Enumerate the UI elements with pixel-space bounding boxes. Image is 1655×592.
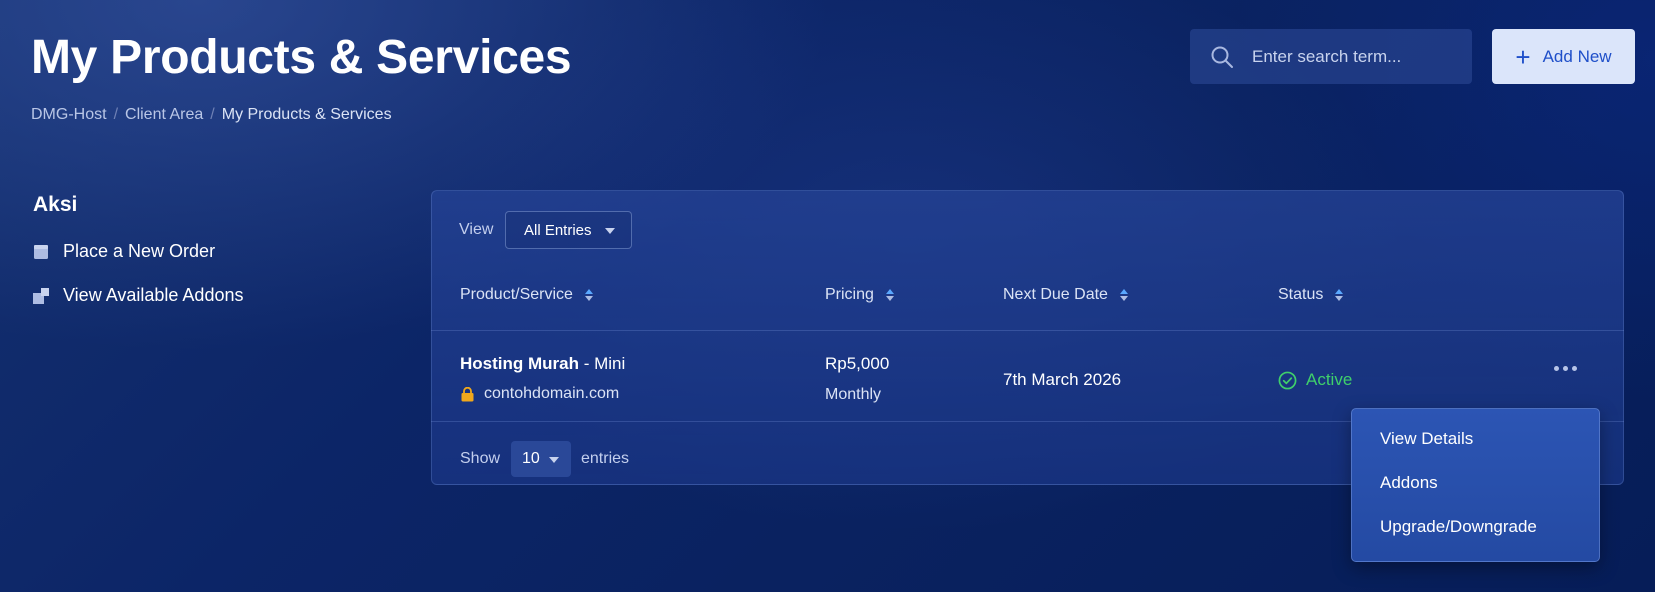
- sidebar-title: Aksi: [33, 193, 78, 216]
- view-filter-value: All Entries: [524, 221, 592, 239]
- add-new-button[interactable]: + Add New: [1492, 29, 1635, 84]
- caret-down-icon: [549, 457, 559, 463]
- view-label: View: [459, 221, 494, 238]
- menu-item-view-details[interactable]: View Details: [1380, 429, 1473, 449]
- product-name[interactable]: Hosting Murah - Mini: [460, 354, 625, 374]
- domain-text: contohdomain.com: [484, 385, 620, 402]
- view-filter-select[interactable]: All Entries: [505, 211, 632, 249]
- status-text: Active: [1306, 370, 1353, 389]
- more-actions-icon[interactable]: [1554, 366, 1577, 371]
- column-header-pricing[interactable]: Pricing: [825, 286, 894, 304]
- sidebar-item-label: Place a New Order: [63, 241, 216, 261]
- breadcrumb-home[interactable]: DMG-Host: [31, 106, 107, 124]
- show-label: Show: [460, 450, 501, 467]
- breadcrumb-client-area[interactable]: Client Area: [125, 106, 203, 124]
- column-header-due-date[interactable]: Next Due Date: [1003, 286, 1128, 304]
- column-header-status[interactable]: Status: [1278, 286, 1344, 304]
- column-header-label: Next Due Date: [1003, 286, 1108, 303]
- addons-icon: [33, 287, 49, 304]
- lock-icon: [461, 386, 474, 401]
- column-header-label: Product/Service: [460, 286, 573, 303]
- add-new-label: Add New: [1542, 46, 1612, 66]
- menu-item-upgrade-downgrade[interactable]: Upgrade/Downgrade: [1380, 517, 1537, 537]
- search-icon: [1211, 46, 1233, 68]
- caret-down-icon: [605, 228, 615, 234]
- table-divider: [431, 330, 1624, 331]
- box-icon: [34, 244, 48, 259]
- product-domain: contohdomain.com: [461, 385, 619, 403]
- sort-icon: [885, 289, 894, 301]
- breadcrumb-separator: /: [113, 106, 119, 123]
- sidebar-item-label: View Available Addons: [63, 285, 244, 305]
- sidebar-item-place-order[interactable]: Place a New Order: [33, 241, 215, 262]
- menu-item-addons[interactable]: Addons: [1380, 473, 1438, 493]
- check-circle-icon: [1278, 371, 1297, 389]
- search-box: [1190, 29, 1472, 84]
- column-header-label: Status: [1278, 286, 1324, 303]
- row-actions-menu: View Details Addons Upgrade/Downgrade: [1351, 408, 1600, 562]
- breadcrumb-separator: /: [210, 106, 215, 123]
- sidebar-item-view-addons[interactable]: View Available Addons: [33, 285, 243, 306]
- sort-icon: [584, 289, 593, 301]
- product-title: Hosting Murah: [460, 354, 579, 373]
- sort-icon: [1335, 289, 1344, 301]
- entries-label: entries: [581, 450, 630, 467]
- entries-per-page-value: 10: [522, 450, 540, 467]
- search-input[interactable]: [1252, 46, 1462, 67]
- plus-icon: +: [1515, 41, 1531, 72]
- page-title: My Products & Services: [31, 31, 572, 84]
- breadcrumb-current: My Products & Services: [221, 106, 392, 123]
- price-amount: Rp5,000: [825, 354, 890, 373]
- status-badge: Active: [1278, 370, 1352, 390]
- product-plan: - Mini: [579, 354, 626, 373]
- entries-per-page-select[interactable]: 10: [511, 441, 571, 477]
- breadcrumb: DMG-Host / Client Area / My Products & S…: [31, 106, 392, 124]
- next-due-date: 7th March 2026: [1003, 370, 1122, 389]
- column-header-label: Pricing: [825, 286, 874, 303]
- billing-cycle: Monthly: [825, 386, 882, 403]
- column-header-product[interactable]: Product/Service: [460, 286, 593, 304]
- sort-icon: [1119, 289, 1128, 301]
